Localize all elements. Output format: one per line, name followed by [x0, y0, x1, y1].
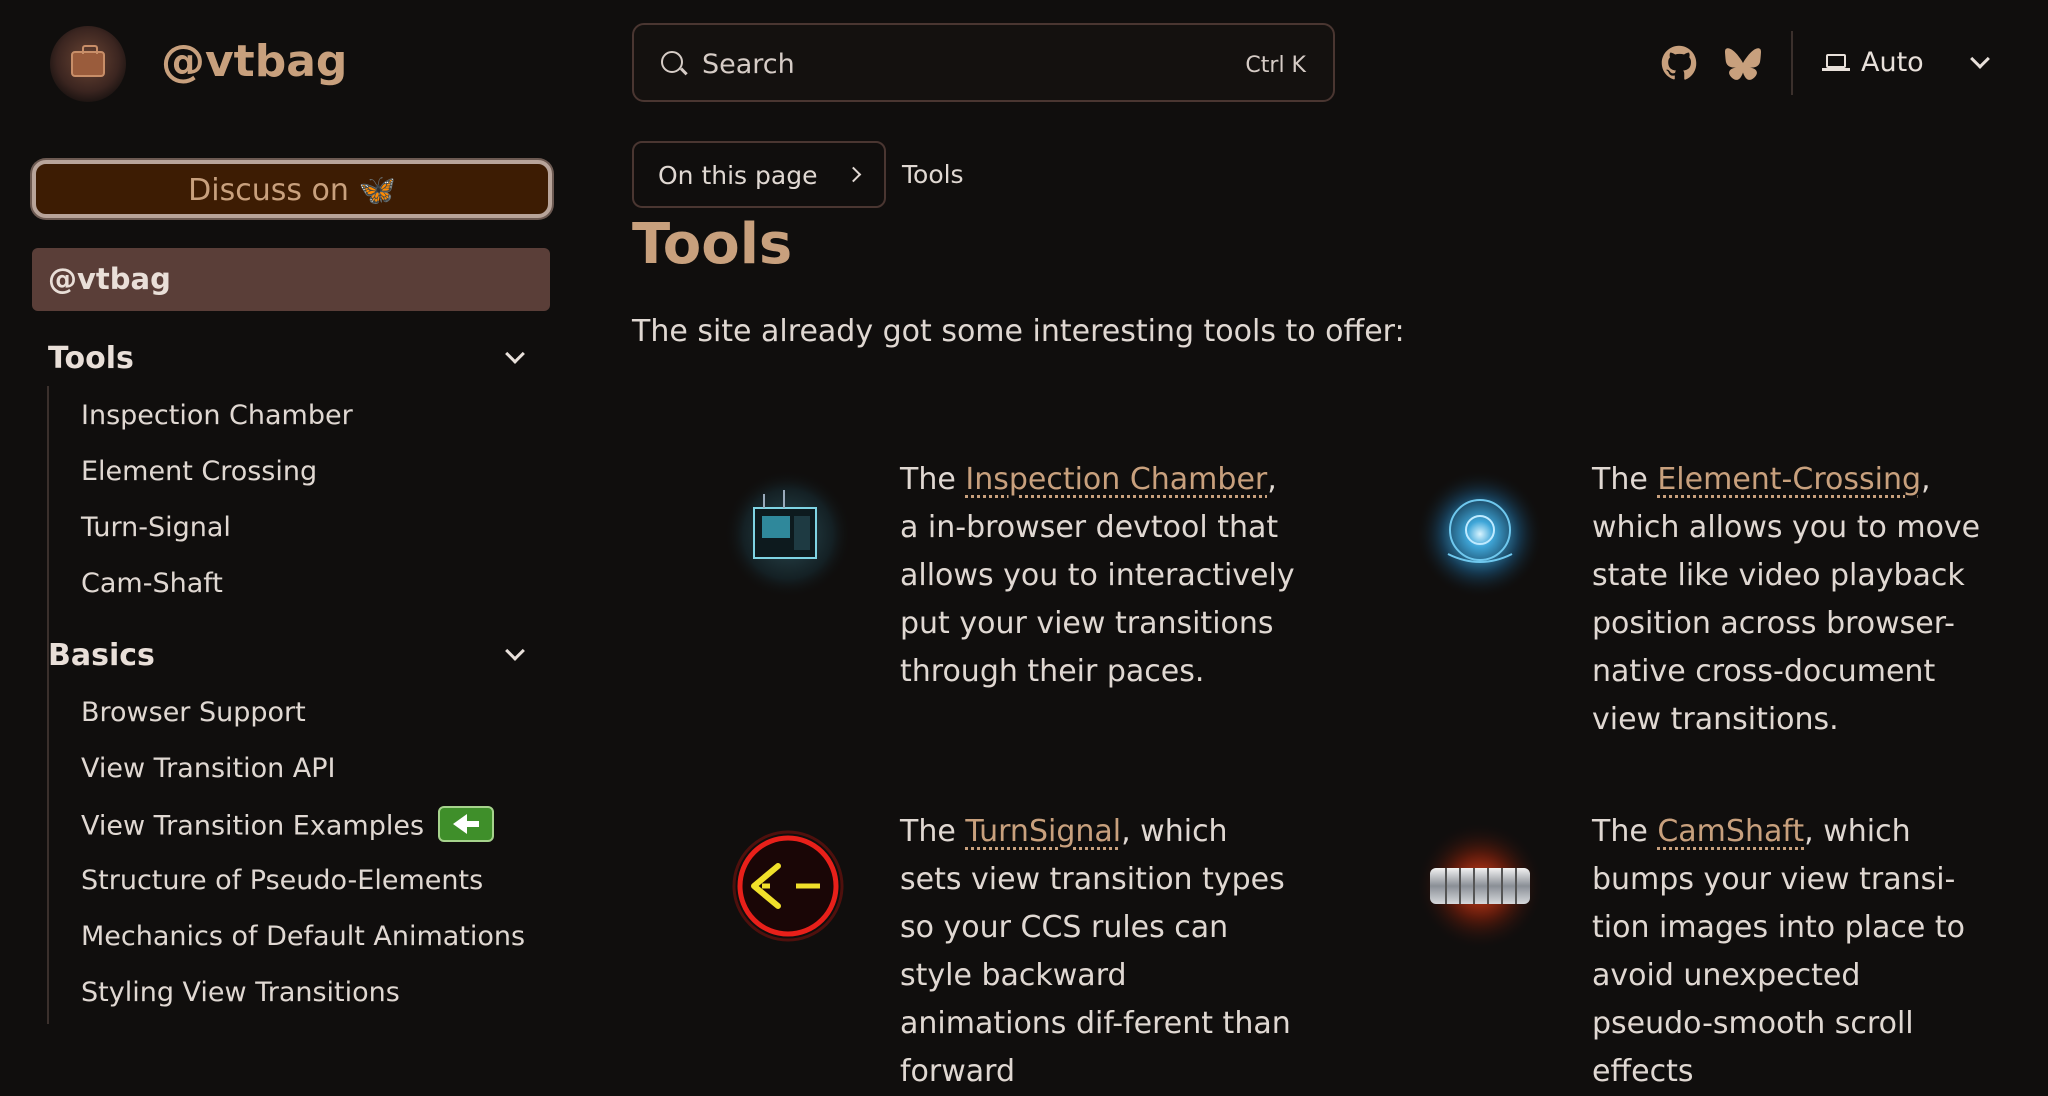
turnsignal-link[interactable]: TurnSignal [965, 814, 1121, 849]
sidebar-item-vtbag[interactable]: @vtbag [32, 248, 550, 311]
tool-text-post: , which allows you to move state like vi… [1592, 462, 1981, 737]
site-logo[interactable] [50, 26, 126, 102]
sidebar-item-view-transition-api[interactable]: View Transition API [81, 753, 336, 784]
site-title[interactable]: @vtbag [161, 36, 347, 87]
camshaft-image [1416, 822, 1544, 950]
tool-text-pre: The [1592, 814, 1658, 849]
tool-text-pre: The [1592, 462, 1658, 497]
chevron-down-icon[interactable] [505, 344, 525, 364]
sidebar-item-turn-signal[interactable]: Turn-Signal [81, 512, 231, 543]
sidebar-item-label: View Transition Examples [81, 810, 425, 842]
tool-text-post: , which sets view transition types so yo… [900, 814, 1291, 1089]
element-crossing-image [1416, 470, 1544, 598]
sidebar-item-label: @vtbag [48, 262, 171, 296]
breadcrumb: Tools [902, 160, 964, 189]
sidebar-item-structure-of-pseudo-elements[interactable]: Structure of Pseudo-Elements [81, 865, 483, 896]
sidebar-item-mechanics-of-default-animations[interactable]: Mechanics of Default Animations [81, 921, 525, 952]
search-label: Search [702, 49, 795, 80]
sidebar-group-basics[interactable]: Basics [48, 638, 155, 673]
tool-description: The Element-Crossing, which allows you t… [1592, 456, 1987, 744]
site-header: @vtbag Search Ctrl K Auto [0, 0, 2048, 128]
tool-text-post: , which bumps your view transi-tion imag… [1592, 814, 1965, 1089]
sidebar-group-tools[interactable]: Tools [48, 341, 134, 376]
tool-description: The Inspection Chamber, a in-browser dev… [900, 456, 1295, 696]
sidebar-group-rule [47, 684, 49, 1024]
theme-label: Auto [1861, 47, 1924, 78]
sidebar-item-inspection-chamber[interactable]: Inspection Chamber [81, 400, 353, 431]
search-icon [661, 51, 683, 73]
tool-text-pre: The [900, 462, 966, 497]
discuss-label: Discuss on 🦋 [188, 173, 396, 208]
element-crossing-link[interactable]: Element-Crossing [1657, 462, 1921, 497]
tool-description: The CamShaft, which bumps your view tran… [1592, 808, 1987, 1096]
search-button[interactable]: Search Ctrl K [632, 23, 1335, 102]
sidebar-item-cam-shaft[interactable]: Cam-Shaft [81, 568, 223, 599]
chevron-down-icon[interactable] [505, 641, 525, 661]
discuss-button[interactable]: Discuss on 🦋 [32, 160, 552, 218]
arrow-left-icon [453, 814, 480, 834]
on-this-page-label: On this page [658, 161, 818, 190]
sidebar-item-styling-view-transitions[interactable]: Styling View Transitions [81, 977, 400, 1008]
search-shortcut: Ctrl K [1245, 53, 1306, 78]
chevron-down-icon [1970, 49, 1990, 69]
turn-signal-image [732, 830, 844, 942]
inspection-chamber-link[interactable]: Inspection Chamber [965, 462, 1267, 497]
camshaft-link[interactable]: CamShaft [1657, 814, 1804, 849]
back-arrow-badge [438, 806, 495, 842]
sidebar-item-view-transition-examples[interactable]: View Transition Examples [81, 806, 495, 845]
bluesky-icon[interactable] [1725, 45, 1761, 81]
laptop-icon [1822, 54, 1850, 71]
header-divider [1791, 31, 1793, 95]
chevron-right-icon [845, 166, 862, 183]
tool-description: The TurnSignal, which sets view transiti… [900, 808, 1295, 1096]
page-title: Tools [632, 212, 793, 277]
sidebar: Discuss on 🦋 @vtbag Tools Inspection Cha… [0, 128, 570, 1024]
on-this-page-button[interactable]: On this page [632, 141, 886, 208]
tool-text-pre: The [900, 814, 966, 849]
sidebar-item-browser-support[interactable]: Browser Support [81, 697, 306, 728]
inspection-chamber-image [724, 470, 852, 598]
intro-text: The site already got some interesting to… [632, 314, 1405, 349]
github-icon[interactable] [1661, 45, 1697, 81]
sidebar-item-element-crossing[interactable]: Element Crossing [81, 456, 317, 487]
